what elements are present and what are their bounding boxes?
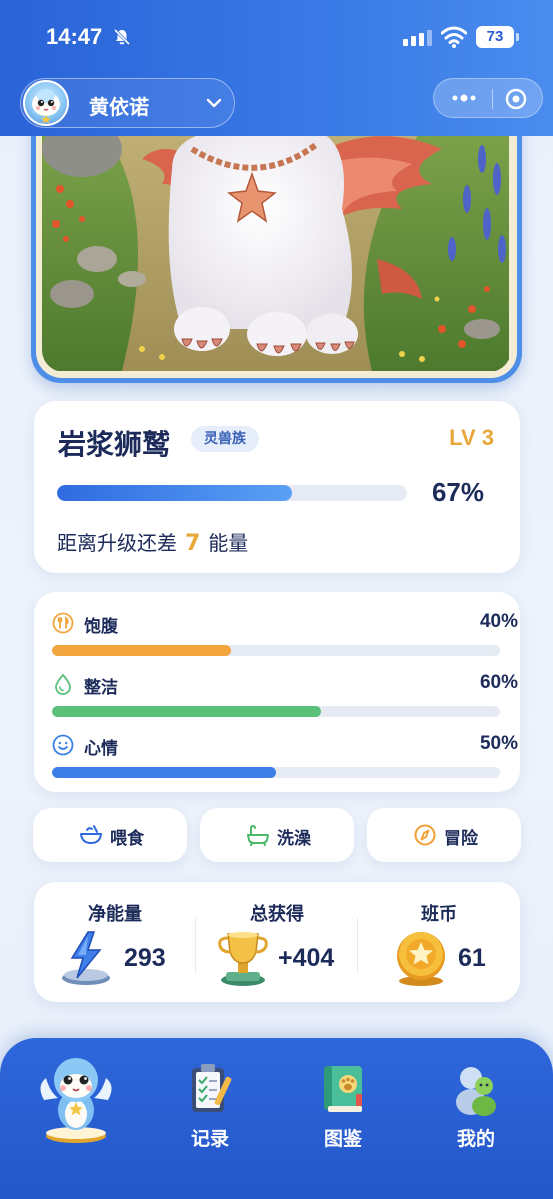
pet-stats-card: 饱腹 40% 整洁 60% 心情 50% bbox=[34, 592, 520, 792]
nav-label: 我的 bbox=[456, 1128, 495, 1150]
pet-portrait-frame bbox=[31, 118, 522, 383]
resource-class-coins: 班币 61 bbox=[358, 882, 520, 1002]
resource-title: 总获得 bbox=[250, 904, 304, 925]
bowl-icon bbox=[80, 825, 102, 844]
stat-value: 60% bbox=[479, 672, 518, 693]
chevron-down-icon bbox=[206, 98, 222, 108]
tribe-badge: 灵兽族 bbox=[191, 426, 259, 452]
resource-title: 班币 bbox=[421, 904, 457, 925]
nav-label: 图鉴 bbox=[323, 1128, 362, 1150]
resource-title: 净能量 bbox=[88, 904, 142, 925]
stat-bar-fill bbox=[52, 706, 321, 717]
resource-value: 61 bbox=[458, 944, 486, 972]
droplet-icon bbox=[55, 673, 71, 695]
feed-label: 喂食 bbox=[110, 829, 144, 849]
capsule-divider bbox=[492, 89, 493, 109]
upgrade-hint: 距离升级还差 7 能量 bbox=[57, 527, 248, 556]
smile-icon bbox=[52, 734, 74, 756]
stat-label: 心情 bbox=[84, 739, 118, 759]
stat-label: 整洁 bbox=[84, 678, 118, 698]
stat-bar-fill bbox=[52, 767, 276, 778]
more-dots-icon[interactable] bbox=[451, 91, 477, 105]
upgrade-amount: 7 bbox=[185, 531, 201, 556]
top-header: 14:47 73 黄依诺 bbox=[0, 0, 553, 136]
upgrade-suffix: 能量 bbox=[208, 531, 249, 555]
pet-name: 岩浆狮鹫 bbox=[58, 428, 171, 461]
bell-muted-icon bbox=[113, 28, 131, 46]
adventure-label: 冒险 bbox=[444, 829, 478, 849]
user-switcher[interactable]: 黄依诺 bbox=[20, 78, 235, 128]
close-target-icon[interactable] bbox=[504, 87, 528, 111]
bathtub-icon bbox=[247, 824, 269, 846]
pet-level-card: 岩浆狮鹫 灵兽族 LV 3 67% 距离升级还差 7 能量 bbox=[34, 401, 520, 573]
paw-book-icon bbox=[324, 1066, 362, 1112]
stat-value: 50% bbox=[479, 733, 518, 754]
xp-progress-bar bbox=[57, 485, 407, 501]
bath-label: 洗澡 bbox=[277, 829, 311, 849]
stat-bar bbox=[52, 645, 500, 656]
resource-value: 293 bbox=[124, 944, 166, 972]
xp-percent: 67% bbox=[431, 477, 484, 507]
avatar-mascot-icon bbox=[32, 89, 60, 124]
resource-value: +404 bbox=[278, 944, 335, 972]
resource-net-energy: 净能量 293 bbox=[34, 882, 196, 1002]
pet-portrait[interactable] bbox=[42, 129, 511, 372]
stat-value: 40% bbox=[479, 611, 518, 632]
feed-button[interactable]: 喂食 bbox=[33, 808, 187, 862]
pet-level: LV 3 bbox=[449, 425, 494, 450]
lightning-crystal-icon bbox=[62, 931, 110, 985]
avatar bbox=[23, 80, 69, 126]
nav-label: 记录 bbox=[190, 1128, 229, 1150]
mini-program-capsule bbox=[433, 78, 543, 118]
wifi-icon bbox=[441, 26, 467, 48]
clipboard-icon bbox=[192, 1064, 232, 1112]
signal-icon bbox=[403, 30, 432, 46]
user-name: 黄依诺 bbox=[89, 95, 149, 119]
fork-knife-icon bbox=[52, 612, 74, 634]
compass-icon bbox=[414, 824, 436, 846]
bottom-nav: 记录 图鉴 我的 bbox=[0, 1038, 553, 1199]
resource-total-earned: 总获得 +404 bbox=[196, 882, 358, 1002]
stat-label: 饱腹 bbox=[84, 617, 118, 637]
resources-card: 净能量 293 总获得 +404 班币 61 bbox=[34, 882, 520, 1002]
xp-progress-fill bbox=[57, 485, 292, 501]
trophy-icon bbox=[218, 932, 268, 986]
gold-coin-icon bbox=[397, 932, 445, 986]
stat-bar-fill bbox=[52, 645, 232, 656]
pet-home-icon bbox=[40, 1058, 112, 1143]
status-time: 14:47 bbox=[46, 24, 103, 49]
griffin-illustration bbox=[42, 129, 509, 371]
adventure-button[interactable]: 冒险 bbox=[367, 808, 521, 862]
bath-button[interactable]: 洗澡 bbox=[200, 808, 354, 862]
upgrade-prefix: 距离升级还差 bbox=[57, 531, 177, 555]
profile-figures-icon bbox=[456, 1067, 496, 1116]
stat-bar bbox=[52, 706, 500, 717]
stat-bar bbox=[52, 767, 500, 778]
battery-indicator: 73 bbox=[476, 26, 519, 48]
